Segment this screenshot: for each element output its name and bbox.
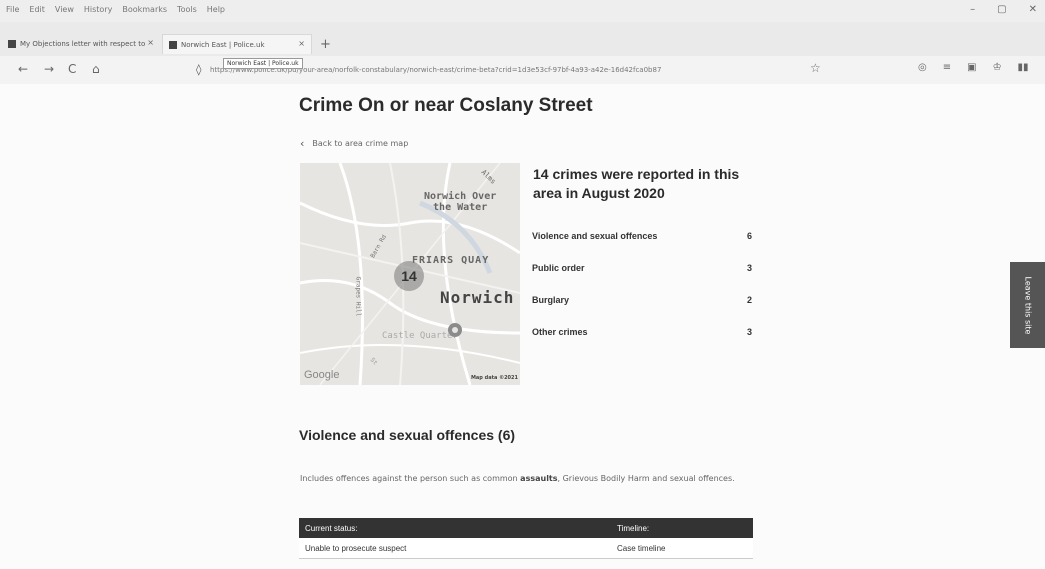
- toolbar-icons: ◎ ≡ ▣ ♔ ▮▮ ≡: [918, 62, 1045, 73]
- tab-favicon-icon: [8, 40, 16, 48]
- forward-arrow-icon[interactable]: →: [44, 62, 54, 76]
- back-link-label: Back to area crime map: [312, 139, 409, 148]
- menu-bookmarks[interactable]: Bookmarks: [122, 5, 167, 14]
- account-icon[interactable]: ♔: [993, 62, 1002, 73]
- category-count: 2: [746, 295, 752, 305]
- menu-edit[interactable]: Edit: [29, 5, 45, 14]
- maximize-button[interactable]: ▢: [997, 4, 1006, 15]
- crime-summary-title: 14 crimes were reported in this area in …: [533, 166, 740, 201]
- column-header-timeline: Timeline:: [611, 518, 753, 538]
- map-attribution: Map data ©2021: [470, 375, 518, 381]
- tab-tooltip: Norwich East | Police.uk: [223, 58, 303, 69]
- map-road-label: Grapes Hill: [354, 276, 362, 317]
- leave-site-button[interactable]: Leave this site: [1010, 262, 1045, 348]
- tab-label: Norwich East | Police.uk: [181, 40, 265, 49]
- crime-category-row: Public order 3: [532, 263, 754, 295]
- crime-map[interactable]: Alms Norwich Over the Water FRIARS QUAY …: [300, 163, 520, 385]
- crime-category-list: Violence and sexual offences 6 Public or…: [532, 231, 754, 359]
- crime-cluster-marker[interactable]: 14: [394, 261, 424, 291]
- new-tab-button[interactable]: +: [320, 37, 331, 52]
- home-icon[interactable]: ⌂: [92, 62, 100, 76]
- menu-items: File Edit View History Bookmarks Tools H…: [6, 5, 225, 14]
- category-name: Other crimes: [532, 327, 588, 337]
- menu-help[interactable]: Help: [207, 5, 225, 14]
- category-name: Burglary: [532, 295, 570, 305]
- tab-label: My Objections letter with respect to: [20, 40, 146, 48]
- minimize-button[interactable]: –: [970, 4, 975, 15]
- case-timeline-link[interactable]: Case timeline: [611, 538, 753, 559]
- menu-tools[interactable]: Tools: [177, 5, 197, 14]
- category-count: 3: [746, 263, 752, 273]
- extensions-icon[interactable]: ▮▮: [1018, 62, 1029, 73]
- window-controls: – ▢ ✕: [970, 4, 1037, 15]
- back-to-map-link[interactable]: ‹ Back to area crime map: [300, 137, 408, 150]
- menu-view[interactable]: View: [55, 5, 74, 14]
- nav-toolbar: ← → C ⌂ ◊ https://www.police.uk/pu/your-…: [0, 56, 1045, 84]
- map-place-over-the-water: Norwich Over the Water: [424, 191, 497, 213]
- google-logo: Google: [304, 369, 340, 381]
- location-pin-icon: [448, 323, 462, 337]
- bookmark-star-icon[interactable]: ☆: [810, 61, 821, 75]
- downloads-icon[interactable]: ≡: [943, 62, 951, 73]
- column-header-status: Current status:: [299, 518, 611, 538]
- crime-status-table: Current status: Timeline: Unable to pros…: [299, 518, 753, 559]
- crime-category-row: Violence and sexual offences 6: [532, 231, 754, 263]
- tab-bar: My Objections letter with respect to × N…: [0, 22, 1045, 56]
- browser-tab-police[interactable]: Norwich East | Police.uk ×: [162, 34, 312, 54]
- menu-bar: File Edit View History Bookmarks Tools H…: [0, 0, 1045, 22]
- assaults-link[interactable]: assaults: [520, 474, 557, 483]
- leave-site-label: Leave this site: [1023, 276, 1032, 334]
- crime-category-row: Other crimes 3: [532, 327, 754, 359]
- category-count: 3: [746, 327, 752, 337]
- section-title: Violence and sexual offences (6): [299, 427, 516, 443]
- map-place-norwich: Norwich: [440, 288, 515, 307]
- desc-text: , Grievous Bodily Harm and sexual offenc…: [557, 474, 735, 483]
- table-header-row: Current status: Timeline:: [299, 518, 753, 538]
- close-window-button[interactable]: ✕: [1029, 4, 1037, 15]
- back-arrow-icon[interactable]: ←: [18, 62, 28, 76]
- desc-text: Includes offences against the person suc…: [300, 474, 521, 483]
- shield-icon: ◊: [196, 63, 202, 76]
- status-cell: Unable to prosecute suspect: [299, 538, 611, 559]
- menu-file[interactable]: File: [6, 5, 19, 14]
- page-title: Crime On or near Coslany Street: [299, 95, 593, 116]
- tab-close-icon[interactable]: ×: [147, 38, 154, 47]
- pocket-icon[interactable]: ◎: [918, 62, 927, 73]
- category-name: Public order: [532, 263, 585, 273]
- section-description: Includes offences against the person suc…: [300, 472, 740, 485]
- crime-category-row: Burglary 2: [532, 295, 754, 327]
- tab-close-icon[interactable]: ×: [298, 39, 305, 48]
- browser-tab-objections[interactable]: My Objections letter with respect to ×: [2, 34, 160, 54]
- category-name: Violence and sexual offences: [532, 231, 658, 241]
- reload-icon[interactable]: C: [68, 62, 76, 76]
- map-place-friars-quay: FRIARS QUAY: [412, 255, 490, 266]
- table-row: Unable to prosecute suspect Case timelin…: [299, 538, 753, 559]
- menu-history[interactable]: History: [84, 5, 112, 14]
- chevron-left-icon: ‹: [300, 137, 305, 150]
- map-place-castle: Castle Quarter: [382, 331, 458, 341]
- tab-favicon-icon: [169, 40, 177, 49]
- category-count: 6: [746, 231, 752, 241]
- library-icon[interactable]: ▣: [967, 62, 976, 73]
